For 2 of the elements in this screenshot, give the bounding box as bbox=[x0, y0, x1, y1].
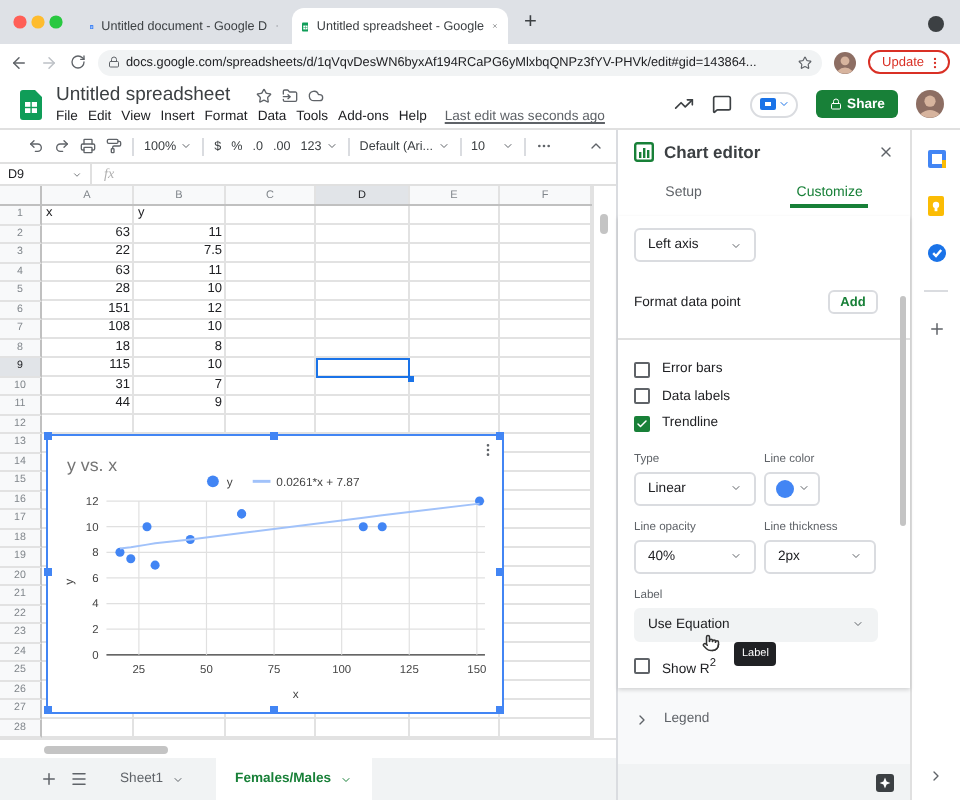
panel-title: Chart editor bbox=[664, 141, 763, 161]
chart-title: y vs. x bbox=[67, 455, 118, 476]
